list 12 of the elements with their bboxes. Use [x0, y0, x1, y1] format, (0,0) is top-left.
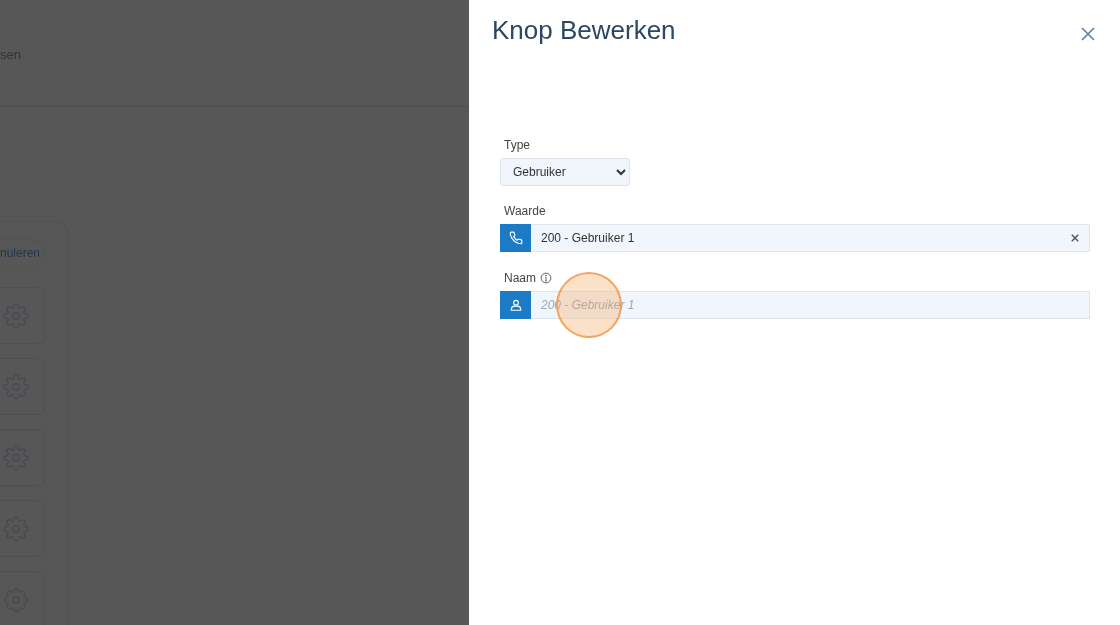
value-field[interactable]: 200 - Gebruiker 1 [500, 224, 1090, 252]
clear-icon[interactable] [1071, 234, 1079, 242]
field-label: Naam [504, 271, 536, 285]
panel-title: Knop Bewerken [492, 15, 676, 46]
phone-icon [500, 224, 531, 252]
value-input[interactable]: 200 - Gebruiker 1 [531, 230, 1071, 246]
field-label: Waarde [504, 204, 546, 218]
info-icon[interactable] [540, 272, 552, 284]
field-label: Type [504, 138, 530, 152]
type-select[interactable]: Gebruiker [500, 158, 630, 186]
close-icon [1080, 26, 1096, 42]
person-icon [500, 291, 531, 319]
